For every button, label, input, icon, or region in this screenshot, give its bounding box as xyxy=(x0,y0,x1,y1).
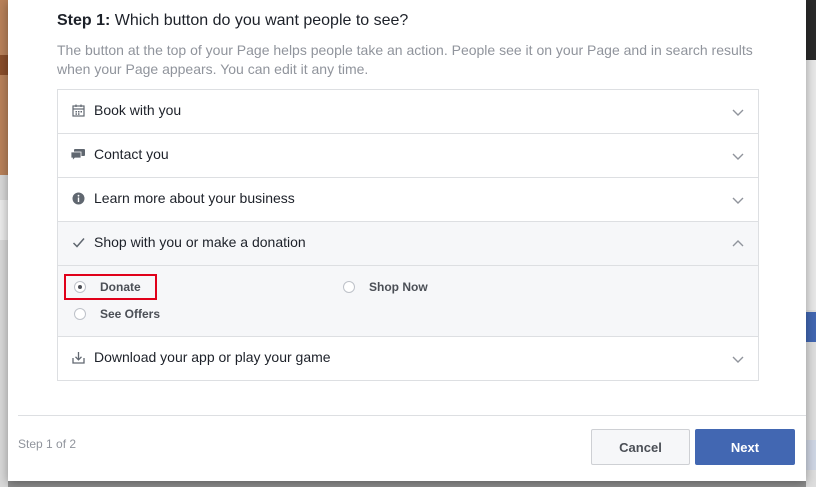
background-text-block xyxy=(0,200,8,240)
button-type-accordion: Book with you Contact you Learn more abo… xyxy=(57,89,759,381)
speech-bubbles-icon xyxy=(71,147,85,161)
footer-divider xyxy=(18,415,806,416)
accordion-item-label: Learn more about your business xyxy=(94,190,295,206)
shop-donate-options: Donate Shop Now See Offers xyxy=(58,266,758,337)
accordion-item-label: Shop with you or make a donation xyxy=(94,234,306,250)
accordion-item-book[interactable]: Book with you xyxy=(58,90,758,134)
shop-now-option[interactable]: Shop Now xyxy=(343,280,428,294)
option-label: Shop Now xyxy=(369,280,428,294)
shop-now-radio[interactable] xyxy=(343,281,355,293)
background-page-right xyxy=(806,0,816,487)
chevron-down-icon xyxy=(731,105,745,119)
chevron-up-icon xyxy=(731,237,745,251)
calendar-icon xyxy=(71,103,85,117)
background-image-band xyxy=(0,55,8,75)
step-label: Step 1: xyxy=(57,12,111,29)
accordion-item-learn-more[interactable]: Learn more about your business xyxy=(58,178,758,222)
cancel-button[interactable]: Cancel xyxy=(591,429,690,465)
step-progress: Step 1 of 2 xyxy=(18,437,77,451)
chevron-down-icon xyxy=(731,352,745,366)
background-panel xyxy=(806,60,816,310)
see-offers-option[interactable]: See Offers xyxy=(74,307,160,321)
accordion-item-label: Download your app or play your game xyxy=(94,349,331,365)
accordion-item-label: Book with you xyxy=(94,102,182,118)
download-icon xyxy=(71,350,85,364)
info-icon xyxy=(71,191,85,205)
accordion-item-contact[interactable]: Contact you xyxy=(58,134,758,178)
background-image xyxy=(806,0,816,60)
accordion-item-shop-donate[interactable]: Shop with you or make a donation xyxy=(58,222,758,266)
option-label: See Offers xyxy=(100,307,161,321)
chevron-down-icon xyxy=(731,149,745,163)
dialog-title: Step 1: Which button do you want people … xyxy=(57,12,408,30)
dialog-description: The button at the top of your Page helps… xyxy=(57,42,753,77)
add-button-dialog: Step 1: Which button do you want people … xyxy=(8,0,806,481)
donate-radio[interactable] xyxy=(74,281,86,293)
see-offers-radio[interactable] xyxy=(74,308,86,320)
background-image xyxy=(0,0,8,175)
title-question: Which button do you want people to see? xyxy=(110,12,409,29)
background-button xyxy=(806,312,816,342)
background-page-left xyxy=(0,0,8,487)
chevron-down-icon xyxy=(731,193,745,207)
background-panel-bottom xyxy=(806,440,816,470)
checkmark-icon xyxy=(71,235,85,249)
accordion-item-label: Contact you xyxy=(94,146,169,162)
accordion-item-download[interactable]: Download your app or play your game xyxy=(58,337,758,380)
option-label: Donate xyxy=(100,280,141,294)
donate-option[interactable]: Donate xyxy=(74,280,141,294)
next-button[interactable]: Next xyxy=(695,429,795,465)
